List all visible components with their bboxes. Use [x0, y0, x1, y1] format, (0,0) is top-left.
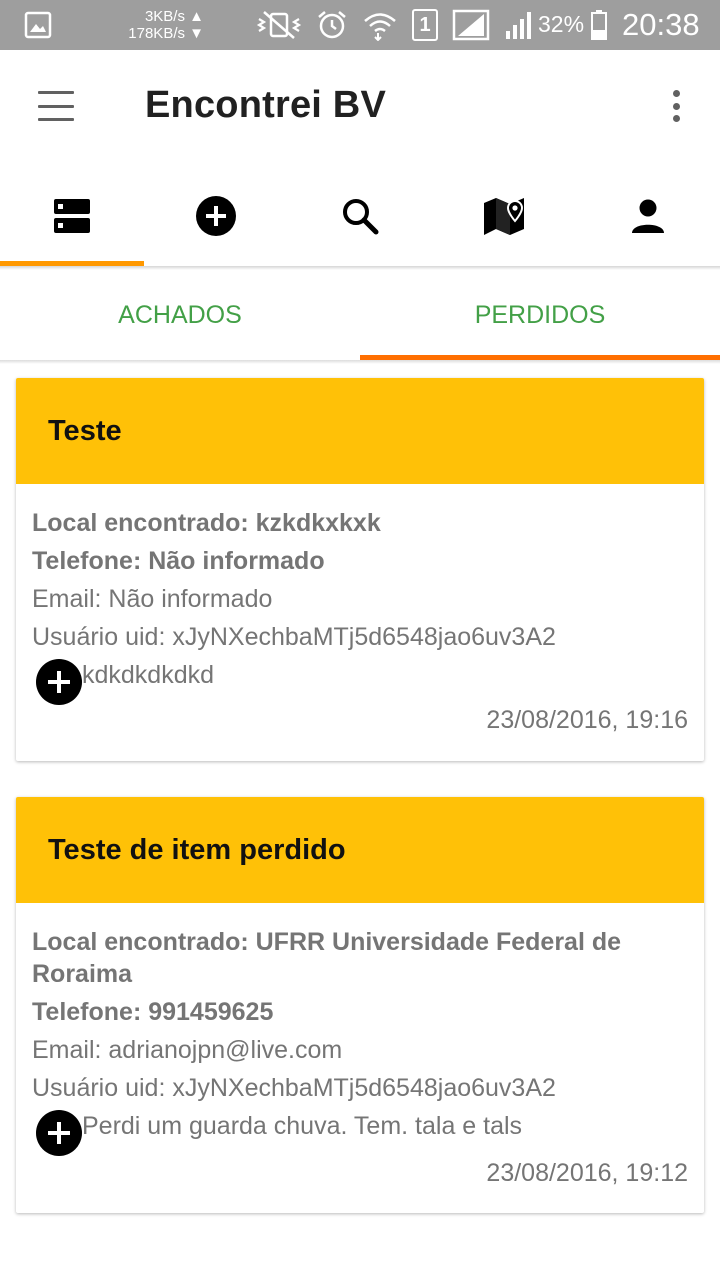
card-title: Teste	[48, 414, 122, 447]
tab-list[interactable]	[0, 166, 144, 266]
timestamp: 23/08/2016, 19:12	[486, 1159, 688, 1187]
location-text: Local encontrado: UFRR Universidade Fede…	[32, 928, 622, 988]
location-text: Local encontrado: kzkdkxkxk	[32, 509, 381, 537]
add-circle-icon[interactable]	[36, 1110, 82, 1156]
vibrate-off-icon	[256, 11, 302, 39]
user-uid-text: Usuário uid: xJyNXechbaMTj5d6548jao6uv3A…	[32, 1074, 556, 1102]
signal-strength-icon	[452, 9, 490, 41]
description-text: Perdi um guarda chuva. Tem. tala e tals	[82, 1112, 523, 1140]
person-icon	[632, 199, 664, 233]
sim-indicator: 1	[412, 9, 438, 41]
phone-text: Telefone: Não informado	[32, 547, 325, 575]
item-card[interactable]: Teste de item perdido Local encontrado: …	[16, 797, 704, 1213]
email-text: Email: Não informado	[32, 585, 273, 613]
hamburger-menu-icon[interactable]	[30, 86, 82, 126]
card-header: Teste de item perdido	[16, 797, 704, 903]
map-pin-icon	[484, 198, 524, 235]
category-tab-bar: ACHADOS PERDIDOS	[0, 270, 720, 360]
gallery-notification-icon	[24, 11, 52, 39]
timestamp: 23/08/2016, 19:16	[486, 706, 688, 734]
list-icon	[54, 199, 90, 233]
tab-search[interactable]	[288, 166, 432, 266]
wifi-icon	[364, 13, 396, 41]
add-circle-icon[interactable]	[36, 659, 82, 705]
alarm-icon	[318, 11, 346, 39]
tab-perdidos[interactable]: PERDIDOS	[360, 270, 720, 360]
card-title: Teste de item perdido	[48, 833, 346, 866]
tab-map[interactable]	[432, 166, 576, 266]
battery-icon	[591, 10, 607, 40]
more-vertical-icon[interactable]	[660, 86, 692, 126]
user-uid-text: Usuário uid: xJyNXechbaMTj5d6548jao6uv3A…	[32, 623, 556, 651]
tab-profile[interactable]	[576, 166, 720, 266]
network-speed: 3KB/s ▲ 178KB/s ▼	[128, 8, 204, 42]
card-header: Teste	[16, 378, 704, 484]
email-text: Email: adrianojpn@live.com	[32, 1036, 343, 1064]
status-bar: 3KB/s ▲ 178KB/s ▼ 1 32% 20:38	[0, 0, 720, 50]
add-circle-icon	[196, 196, 236, 236]
icon-tab-bar	[0, 166, 720, 266]
signal-bars-icon	[506, 12, 531, 39]
tab-add[interactable]	[144, 166, 288, 266]
item-card[interactable]: Teste Local encontrado: kzkdkxkxk Telefo…	[16, 378, 704, 761]
battery-percent: 32%	[538, 11, 585, 37]
app-title: Encontrei BV	[145, 84, 386, 126]
phone-text: Telefone: 991459625	[32, 998, 274, 1026]
tab-achados[interactable]: ACHADOS	[0, 270, 360, 360]
clock: 20:38	[622, 7, 700, 42]
search-icon	[343, 199, 379, 235]
description-text: kdkdkdkdkd	[82, 661, 215, 689]
app-bar: Encontrei BV	[0, 50, 720, 166]
